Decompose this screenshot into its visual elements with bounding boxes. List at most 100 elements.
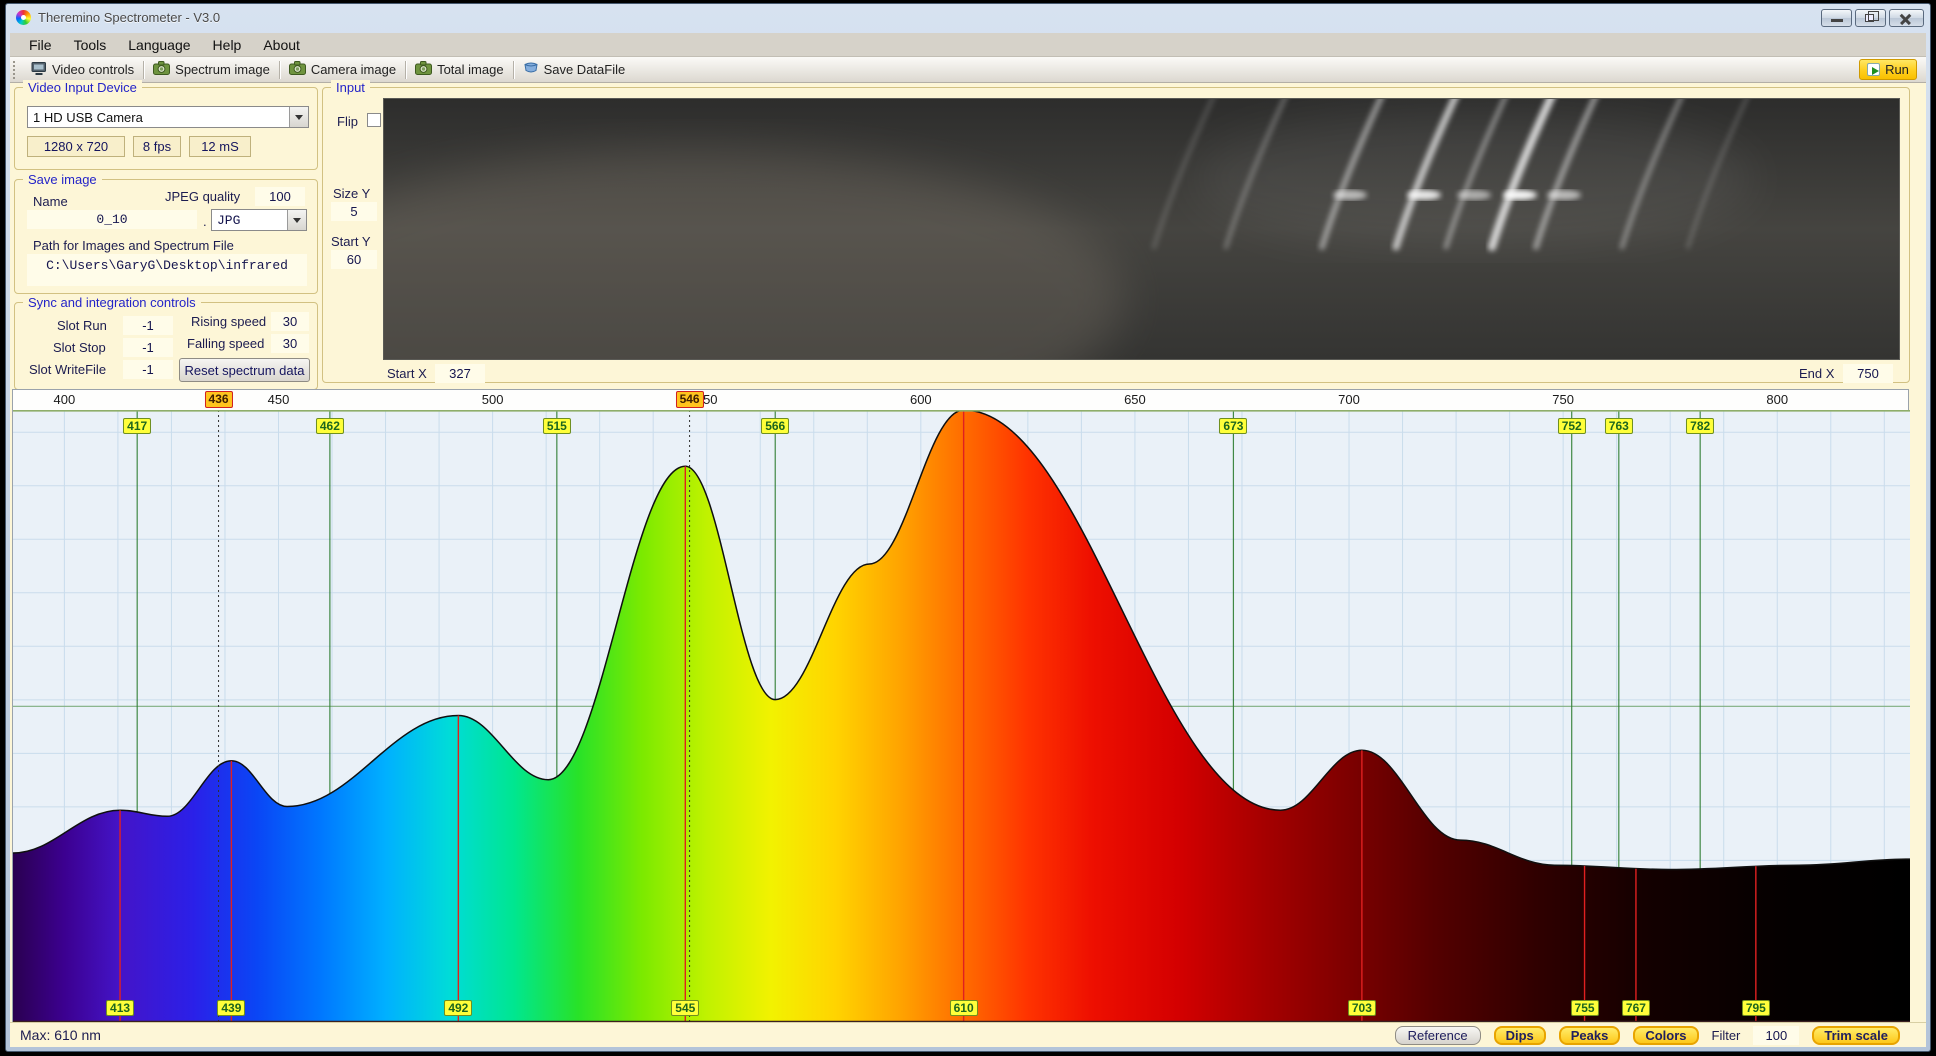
filter-value[interactable]: 100 xyxy=(1753,1026,1799,1045)
toolbar-item-label: Camera image xyxy=(311,62,396,77)
window-title: Theremino Spectrometer - V3.0 xyxy=(38,10,220,25)
restore-button[interactable] xyxy=(1855,9,1886,27)
client-area: FileToolsLanguageHelpAbout Video control… xyxy=(10,33,1926,1047)
detected-peak-badge: 767 xyxy=(1622,1000,1650,1016)
axis-tick-label: 600 xyxy=(910,392,932,407)
spectrum-plot[interactable] xyxy=(13,410,1910,1023)
flip-checkbox[interactable] xyxy=(367,113,381,127)
reference-button[interactable]: Reference xyxy=(1395,1026,1481,1045)
jpeg-quality-value[interactable]: 100 xyxy=(255,187,305,206)
axis-tick-label: 450 xyxy=(268,392,290,407)
name-ext-separator: . xyxy=(203,214,207,229)
input-group: Input Flip Size Y 5 Start Y 60 Start X 3… xyxy=(322,87,1910,383)
slot-run-value[interactable]: -1 xyxy=(123,316,173,335)
reference-peak-badge: 752 xyxy=(1558,418,1586,434)
work-area: Video Input Device 1 HD USB Camera 1280 … xyxy=(10,84,1926,1022)
image-name-field[interactable]: 0_10 xyxy=(27,210,197,229)
dropdown-button[interactable] xyxy=(289,107,308,127)
menu-item-help[interactable]: Help xyxy=(202,35,253,55)
axis-tick-label: 400 xyxy=(54,392,76,407)
slot-run-label: Slot Run xyxy=(57,318,107,333)
save-datafile-icon xyxy=(523,61,539,78)
status-bar: Max: 610 nm Reference Dips Peaks Colors … xyxy=(10,1022,1926,1047)
camera-image-icon xyxy=(289,61,306,78)
size-y-value[interactable]: 5 xyxy=(331,202,377,221)
menu-item-file[interactable]: File xyxy=(18,35,63,55)
toolbar: Video controls Spectrum image Camera image… xyxy=(10,57,1926,83)
trim-scale-button[interactable]: Trim scale xyxy=(1812,1026,1900,1045)
run-button[interactable]: Run xyxy=(1859,59,1917,80)
format-value: JPG xyxy=(212,213,287,228)
video-controls-icon xyxy=(31,61,47,79)
max-wavelength-label: Max: 610 nm xyxy=(20,1027,101,1043)
camera-preview-image xyxy=(384,99,1899,359)
start-x-value[interactable]: 327 xyxy=(435,364,485,383)
axis-tick-label: 700 xyxy=(1338,392,1360,407)
reference-peak-badge: 515 xyxy=(543,418,571,434)
video-device-select[interactable]: 1 HD USB Camera xyxy=(27,106,309,128)
filter-label: Filter xyxy=(1712,1028,1741,1043)
video-input-group-title: Video Input Device xyxy=(23,80,142,95)
title-bar[interactable]: Theremino Spectrometer - V3.0 xyxy=(6,4,1930,31)
highlighted-tick-badge: 546 xyxy=(676,391,704,408)
dropdown-button[interactable] xyxy=(287,210,306,230)
rising-speed-value[interactable]: 30 xyxy=(271,312,309,331)
detected-peak-badge: 703 xyxy=(1348,1000,1376,1016)
play-icon xyxy=(1867,63,1880,76)
toolbar-item-save-datafile[interactable]: Save DataFile xyxy=(514,59,635,81)
slot-writefile-value[interactable]: -1 xyxy=(123,360,173,379)
toolbar-item-label: Save DataFile xyxy=(544,62,626,77)
framerate-button[interactable]: 8 fps xyxy=(133,136,181,157)
toolbar-item-video-controls[interactable]: Video controls xyxy=(22,59,143,81)
toolbar-item-spectrum-image[interactable]: Spectrum image xyxy=(144,59,279,81)
menu-item-language[interactable]: Language xyxy=(117,35,201,55)
camera-preview[interactable] xyxy=(383,98,1900,360)
reference-peak-badge: 417 xyxy=(123,418,151,434)
format-select[interactable]: JPG xyxy=(211,209,307,231)
menu-item-about[interactable]: About xyxy=(252,35,311,55)
peaks-button[interactable]: Peaks xyxy=(1559,1026,1621,1045)
save-image-group: Save image Name JPEG quality 100 0_10 . … xyxy=(14,179,318,294)
minimize-button[interactable] xyxy=(1821,9,1852,27)
path-field[interactable]: C:\Users\GaryG\Desktop\infrared xyxy=(27,254,307,286)
colors-button[interactable]: Colors xyxy=(1633,1026,1698,1045)
start-x-label: Start X xyxy=(387,366,427,381)
toolbar-item-label: Spectrum image xyxy=(175,62,270,77)
start-y-value[interactable]: 60 xyxy=(331,250,377,269)
close-button[interactable] xyxy=(1889,9,1924,27)
status-bar-controls: Reference Dips Peaks Colors Filter 100 T… xyxy=(1395,1026,1900,1045)
video-device-value: 1 HD USB Camera xyxy=(28,110,289,125)
minimize-icon xyxy=(1831,19,1843,22)
reset-spectrum-button[interactable]: Reset spectrum data xyxy=(179,358,310,382)
toolbar-item-total-image[interactable]: Total image xyxy=(406,59,512,81)
name-label: Name xyxy=(33,194,68,209)
chevron-down-icon xyxy=(295,115,303,120)
resolution-button[interactable]: 1280 x 720 xyxy=(27,136,125,157)
falling-speed-value[interactable]: 30 xyxy=(271,334,309,353)
falling-speed-label: Falling speed xyxy=(187,336,264,351)
highlighted-tick-badge: 436 xyxy=(205,391,233,408)
axis-tick-label: 650 xyxy=(1124,392,1146,407)
end-x-value[interactable]: 750 xyxy=(1843,364,1893,383)
slot-stop-value[interactable]: -1 xyxy=(123,338,173,357)
slot-stop-label: Slot Stop xyxy=(53,340,106,355)
toolbar-item-label: Total image xyxy=(437,62,503,77)
app-window: Theremino Spectrometer - V3.0 FileToolsL… xyxy=(5,3,1931,1052)
dips-button[interactable]: Dips xyxy=(1494,1026,1546,1045)
restore-icon xyxy=(1865,14,1874,22)
detected-peak-badge: 439 xyxy=(217,1000,245,1016)
app-icon xyxy=(16,10,31,25)
slot-writefile-label: Slot WriteFile xyxy=(29,362,106,377)
sync-controls-group: Sync and integration controls Slot Run -… xyxy=(14,302,318,390)
toolbar-item-camera-image[interactable]: Camera image xyxy=(280,59,405,81)
exposure-button[interactable]: 12 mS xyxy=(189,136,251,157)
toolbar-grip xyxy=(13,61,18,79)
spectrum-image-icon xyxy=(153,61,170,78)
video-input-group: Video Input Device 1 HD USB Camera 1280 … xyxy=(14,87,318,170)
spectrum-chart[interactable]: 400450500550600650700750800436546 417462… xyxy=(12,389,1909,1022)
rising-speed-label: Rising speed xyxy=(191,314,266,329)
path-label: Path for Images and Spectrum File xyxy=(33,238,234,253)
reference-peak-badge: 782 xyxy=(1686,418,1714,434)
total-image-icon xyxy=(415,61,432,78)
menu-item-tools[interactable]: Tools xyxy=(63,35,118,55)
